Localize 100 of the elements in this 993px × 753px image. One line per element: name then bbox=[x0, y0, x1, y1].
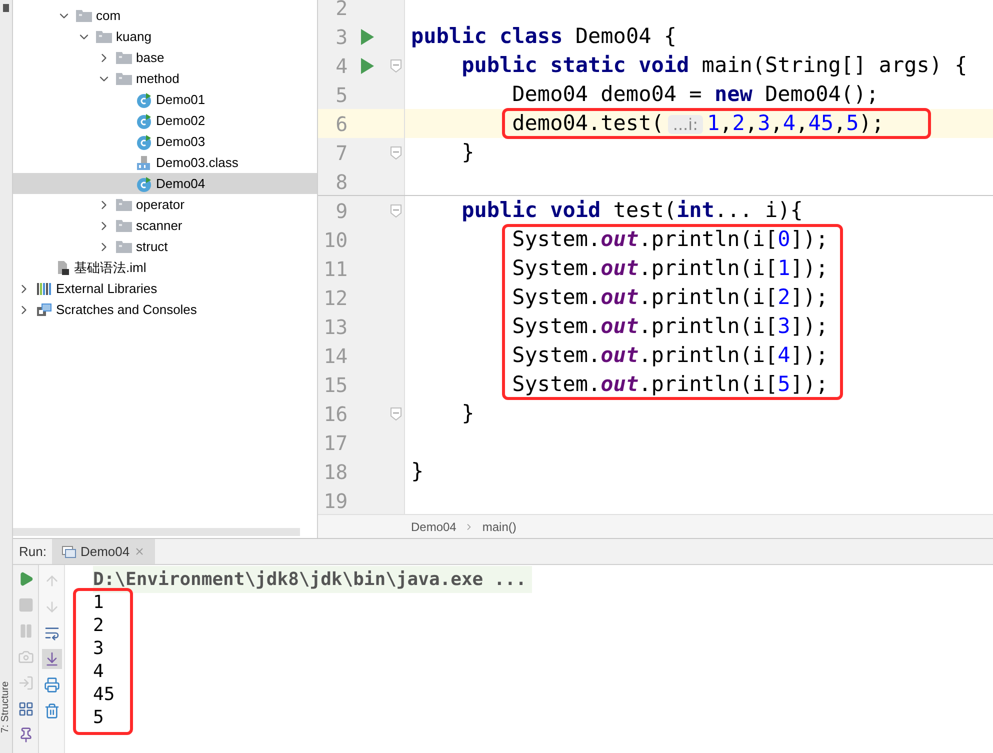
tree-item[interactable]: Demo02 bbox=[13, 110, 317, 131]
tree-item-label: scanner bbox=[136, 216, 182, 235]
line-number: 15 bbox=[322, 372, 348, 398]
tree-item[interactable]: Demo01 bbox=[13, 89, 317, 110]
fold-marker-icon[interactable] bbox=[390, 204, 402, 218]
folder-icon bbox=[116, 198, 132, 211]
tree-item[interactable]: Scratches and Consoles bbox=[13, 299, 317, 320]
tree-item-label: struct bbox=[136, 238, 168, 256]
line-number: 11 bbox=[322, 256, 348, 282]
folder-icon bbox=[116, 240, 132, 253]
class-icon bbox=[136, 176, 152, 192]
tree-item[interactable]: External Libraries bbox=[13, 278, 317, 299]
code-line: } bbox=[460, 138, 474, 166]
code-line: public class Demo04 { bbox=[410, 22, 677, 50]
code-line: } bbox=[410, 458, 424, 485]
fold-marker-icon[interactable] bbox=[390, 406, 402, 420]
folder-icon bbox=[76, 9, 92, 22]
tree-item[interactable]: Demo03 bbox=[13, 131, 317, 152]
console-line: 2 bbox=[93, 614, 104, 638]
line-number: 13 bbox=[322, 314, 348, 340]
line-number: 14 bbox=[322, 342, 348, 370]
tree-item-label: Demo01 bbox=[156, 90, 206, 109]
breadcrumb[interactable]: Demo04 bbox=[411, 518, 456, 536]
module-file-icon bbox=[56, 260, 70, 276]
tree-item[interactable]: struct bbox=[13, 236, 317, 257]
class-icon bbox=[136, 92, 152, 108]
tree-item[interactable]: scanner bbox=[13, 215, 317, 236]
run-tab[interactable]: Demo04 bbox=[52, 539, 155, 564]
code-line: System.out.println(i[5]); bbox=[511, 370, 828, 398]
pin-icon[interactable] bbox=[18, 727, 34, 743]
console-icon bbox=[62, 546, 76, 558]
code-line: System.out.println(i[4]); bbox=[511, 342, 828, 369]
class-icon bbox=[136, 112, 152, 128]
tree-item[interactable]: base bbox=[13, 47, 317, 68]
tree-item-label: Demo04 bbox=[156, 174, 206, 193]
fold-marker-icon[interactable] bbox=[390, 146, 402, 160]
folder-icon bbox=[116, 72, 132, 85]
scroll-to-end-icon[interactable] bbox=[44, 651, 60, 667]
fold-marker-icon[interactable] bbox=[390, 58, 402, 72]
line-number: 16 bbox=[322, 400, 348, 428]
tree-item-label: method bbox=[136, 70, 180, 88]
tree-item[interactable]: 基础语法.iml bbox=[13, 257, 317, 278]
tree-item[interactable]: Demo04 bbox=[13, 173, 317, 194]
tree-item[interactable]: Demo03.class bbox=[13, 152, 317, 173]
library-icon bbox=[36, 282, 52, 296]
horizontal-scrollbar[interactable] bbox=[13, 528, 300, 536]
line-number: 12 bbox=[322, 284, 348, 312]
line-number: 2 bbox=[334, 0, 348, 22]
line-number: 9 bbox=[334, 198, 348, 224]
line-number: 17 bbox=[322, 430, 348, 456]
console-icon bbox=[36, 302, 52, 316]
tree-item-label: base bbox=[136, 48, 164, 67]
code-line: public void test(int... i){ bbox=[460, 196, 803, 224]
line-number: 10 bbox=[322, 226, 348, 254]
line-number: 8 bbox=[334, 168, 348, 196]
folder-icon bbox=[116, 219, 132, 232]
line-number: 3 bbox=[334, 24, 348, 50]
code-line: Demo04 demo04 = new Demo04(); bbox=[511, 80, 879, 108]
code-line: } bbox=[460, 400, 474, 427]
structure-tab[interactable]: 7: Structure bbox=[0, 661, 12, 733]
class-icon bbox=[136, 134, 152, 150]
tree-item-label: 基础语法.iml bbox=[74, 258, 146, 277]
line-number: 5 bbox=[334, 82, 348, 108]
console-command: D:\Environment\jdk8\jdk\bin\java.exe ... bbox=[93, 566, 532, 593]
soft-wrap-icon[interactable] bbox=[44, 625, 60, 641]
tree-item-label: Demo02 bbox=[156, 112, 206, 130]
tree-item-label: Demo03 bbox=[156, 132, 206, 151]
layout-icon[interactable] bbox=[18, 701, 34, 717]
code-line: System.out.println(i[1]); bbox=[511, 254, 828, 282]
console-line: 5 bbox=[93, 706, 104, 730]
folder-icon bbox=[116, 51, 132, 64]
code-line: public static void main(String[] args) { bbox=[460, 52, 968, 79]
tree-item-label: operator bbox=[136, 196, 184, 214]
print-icon[interactable] bbox=[44, 677, 60, 693]
tree-item[interactable]: operator bbox=[13, 194, 317, 215]
tree-item-label: Scratches and Consoles bbox=[56, 300, 197, 319]
code-line: System.out.println(i[3]); bbox=[511, 312, 828, 340]
tree-item[interactable]: kuang bbox=[13, 26, 317, 47]
tree-item[interactable]: com bbox=[13, 5, 317, 26]
tree-item[interactable]: method bbox=[13, 68, 317, 89]
line-number: 18 bbox=[322, 458, 348, 486]
line-number: 19 bbox=[322, 488, 348, 514]
run-gutter-icon[interactable] bbox=[360, 28, 374, 44]
trash-icon[interactable] bbox=[44, 703, 60, 719]
code-line: System.out.println(i[0]); bbox=[511, 226, 828, 253]
line-number: 6 bbox=[334, 110, 348, 138]
run-gutter-icon[interactable] bbox=[360, 58, 374, 74]
tree-item-label: com bbox=[96, 6, 121, 25]
folder-icon bbox=[96, 30, 112, 43]
console-line: 3 bbox=[93, 637, 104, 661]
close-icon[interactable] bbox=[134, 546, 145, 557]
tree-item-label: kuang bbox=[116, 28, 152, 46]
binary-file-icon bbox=[136, 154, 152, 170]
tree-item-label: External Libraries bbox=[56, 280, 158, 298]
console-line: 45 bbox=[93, 683, 115, 707]
code-line: demo04.test( ...i: 1,2,3,4,45,5); bbox=[511, 110, 884, 137]
console-line: 4 bbox=[93, 660, 104, 684]
code-line: System.out.println(i[2]); bbox=[511, 284, 828, 311]
breadcrumb[interactable]: main() bbox=[482, 518, 516, 536]
run-icon[interactable] bbox=[18, 571, 34, 587]
